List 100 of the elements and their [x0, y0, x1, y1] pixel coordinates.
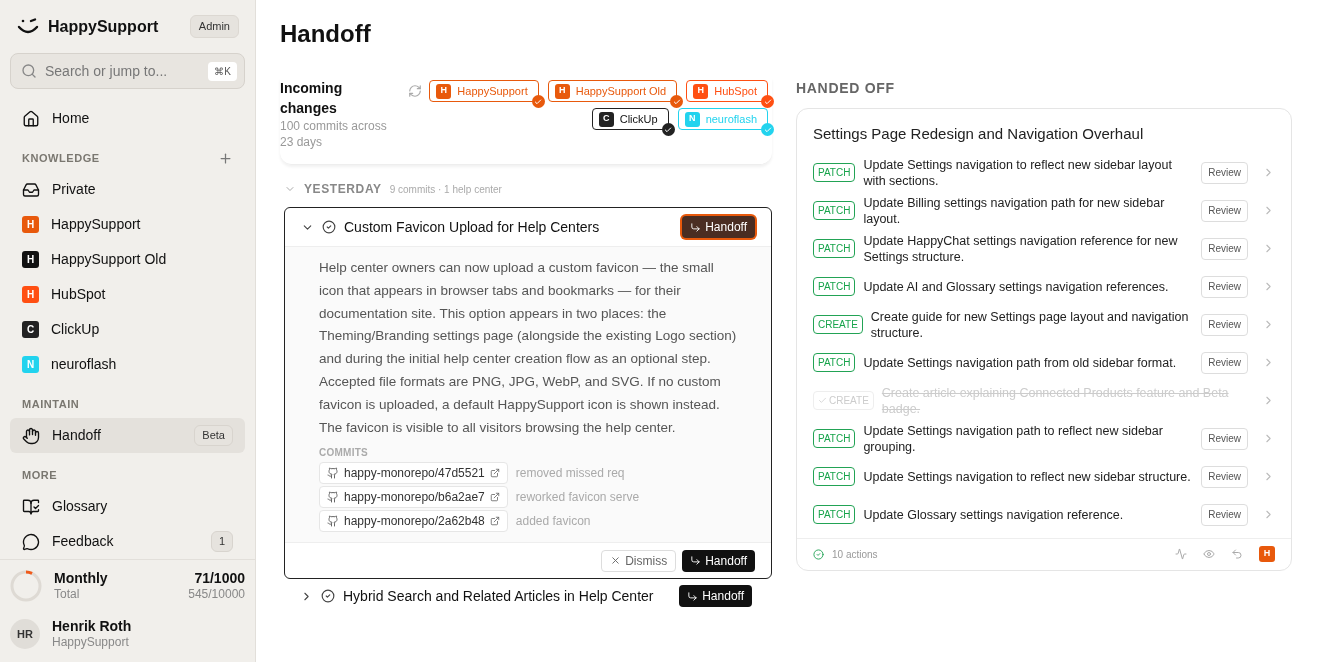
section-heading: KNOWLEDGE: [22, 150, 100, 166]
user-org: HappySupport: [52, 635, 130, 651]
help-center-avatar: H: [1259, 546, 1275, 562]
sidebar-item-label: neuroflash: [51, 355, 118, 374]
action-text: Update Billing settings navigation path for new sidebar layout.: [863, 194, 1166, 227]
sidebar-item-label: Glossary: [52, 497, 109, 516]
shortcut-key: ⌘K: [208, 62, 237, 81]
sidebar-item[interactable]: H HappySupport Old: [10, 242, 245, 277]
action-type-badge: PATCH: [813, 239, 856, 258]
usage-label: Monthly: [54, 569, 109, 588]
review-button[interactable]: Review: [1201, 237, 1248, 260]
check-circle-icon: [813, 548, 824, 560]
commit-message: removed missed req: [515, 465, 625, 483]
action-text: Update Settings navigation path to reflect new sidebar grouping.: [863, 422, 1164, 455]
review-button[interactable]: Review: [1201, 313, 1248, 336]
change-description: Help center owners can now upload a custom favicon — the small icon that appears in browser tabs and bookmarks — for their documentation site. This option appears in two places: the Theming/Branding settings page (alongside the existing Logo section) and during the initial help center creation flow as an optional step. Accepted file formats are PNG, JPG, WebP, and SVG. If no custom favicon is uploaded, a default HappySupport icon is shown instead. The favicon is visible to all visitors browsing the help center.: [319, 259, 737, 437]
sidebar-item-label: Home: [52, 109, 91, 128]
sidebar-item[interactable]: H HappySupport: [10, 207, 245, 242]
commit-message: added favicon: [515, 513, 591, 531]
sidebar-item[interactable]: Feedback 1: [10, 524, 245, 559]
sidebar-item[interactable]: H HubSpot: [10, 277, 245, 312]
review-button[interactable]: Review: [1201, 161, 1248, 184]
handoff-button[interactable]: Handoff: [679, 585, 752, 608]
action-type-badge: PATCH: [813, 429, 856, 448]
handoff-button[interactable]: Handoff: [682, 549, 755, 572]
sidebar-item[interactable]: Glossary: [10, 489, 245, 524]
search-icon: [21, 63, 37, 79]
help-center-badge: N: [684, 111, 700, 127]
usage-total: 545/10000: [188, 587, 245, 603]
action-text: Update Glossary settings navigation reference.: [863, 506, 1125, 523]
help-center-filter[interactable]: H HappySupport Old: [547, 80, 678, 102]
refresh-icon[interactable]: [408, 84, 422, 98]
home-icon: [22, 109, 40, 128]
sidebar-item-label: ClickUp: [51, 320, 101, 339]
role-badge: Admin: [189, 15, 239, 38]
sidebar-item[interactable]: Private: [10, 172, 245, 207]
change-title: Custom Favicon Upload for Help Centers: [344, 217, 601, 237]
close-icon: [610, 555, 622, 567]
review-button[interactable]: Review: [1201, 351, 1248, 374]
review-button[interactable]: Review: [1201, 503, 1248, 526]
action-type-badge: PATCH: [813, 201, 856, 220]
help-center-filter[interactable]: H HappySupport: [429, 80, 539, 102]
commit-link[interactable]: happy-monorepo/47d5521: [319, 462, 508, 485]
action-text: Update Settings navigation path from old sidebar format.: [863, 354, 1178, 371]
return-arrow-icon: [687, 590, 699, 602]
github-icon: [327, 491, 339, 504]
sidebar-item[interactable]: C ClickUp: [10, 312, 245, 347]
action-type-badge: PATCH: [813, 163, 856, 182]
usage-ring: [10, 570, 42, 602]
change-title: Hybrid Search and Related Articles in Help Center: [343, 586, 655, 606]
activity-icon[interactable]: [1175, 548, 1187, 560]
user-name: Henrik Roth: [52, 617, 132, 636]
sidebar-item[interactable]: Handoff Beta: [10, 418, 245, 453]
action-text: Update Settings navigation to reflect new sidebar layout with sections.: [863, 156, 1173, 189]
commits-label: COMMITS: [319, 446, 369, 461]
help-center-filter[interactable]: C ClickUp: [591, 108, 669, 130]
commit-link[interactable]: happy-monorepo/2a62b48: [319, 510, 508, 533]
sidebar-item-label: Handoff: [52, 426, 102, 445]
return-arrow-icon: [690, 555, 702, 567]
help-center-badge: H: [22, 286, 39, 303]
filter-label: HappySupport: [457, 83, 528, 99]
page-title: Handoff: [280, 19, 372, 49]
external-link-icon: [489, 492, 500, 503]
action-text: Create guide for new Settings page layout and navigation structure.: [870, 308, 1190, 341]
sidebar-item-label: Private: [52, 180, 97, 199]
review-button[interactable]: Review: [1201, 199, 1248, 222]
add-icon[interactable]: [218, 150, 233, 166]
review-button[interactable]: Review: [1201, 427, 1248, 450]
card-title: Settings Page Redesign and Navigation Overhaul: [812, 124, 1145, 144]
action-type-badge: PATCH: [813, 353, 856, 372]
handoff-button[interactable]: Handoff: [682, 216, 755, 238]
dismiss-button[interactable]: Dismiss: [601, 549, 677, 572]
action-text: Update AI and Glossary settings navigation references.: [863, 278, 1170, 295]
user-avatar: HR: [10, 619, 40, 649]
hand-icon: [22, 426, 40, 445]
chat-bubble-icon: [22, 532, 40, 551]
help-center-badge: H: [693, 83, 709, 99]
sidebar-item-label: HappySupport: [51, 215, 142, 234]
help-center-badge: H: [22, 216, 39, 233]
action-text: Update HappyChat settings navigation reference for new Settings structure.: [863, 232, 1179, 265]
eye-icon[interactable]: [1203, 548, 1215, 560]
sidebar-item[interactable]: Home: [10, 101, 245, 136]
commit-link[interactable]: happy-monorepo/b6a2ae7: [319, 486, 508, 509]
sidebar-item-label: HappySupport Old: [51, 250, 168, 269]
action-type-badge: CREATE: [813, 315, 863, 334]
action-type-badge: PATCH: [813, 277, 856, 296]
sidebar-item-badge: Beta: [194, 425, 233, 446]
group-label: YESTERDAY: [304, 181, 382, 198]
action-type-badge: PATCH: [813, 505, 856, 524]
review-button[interactable]: Review: [1201, 465, 1248, 488]
review-button[interactable]: Review: [1201, 275, 1248, 298]
commit-summary: 100 commits across 23 days: [280, 118, 388, 150]
sidebar-item[interactable]: N neuroflash: [10, 347, 245, 382]
help-center-badge: C: [598, 111, 614, 127]
check-circle-icon: [321, 589, 335, 604]
check-circle-icon: [322, 220, 336, 234]
usage-value: 71/1000: [194, 569, 245, 588]
help-center-badge: C: [22, 321, 39, 338]
section-title: HANDED OFF: [796, 79, 896, 98]
undo-icon[interactable]: [1231, 548, 1243, 560]
